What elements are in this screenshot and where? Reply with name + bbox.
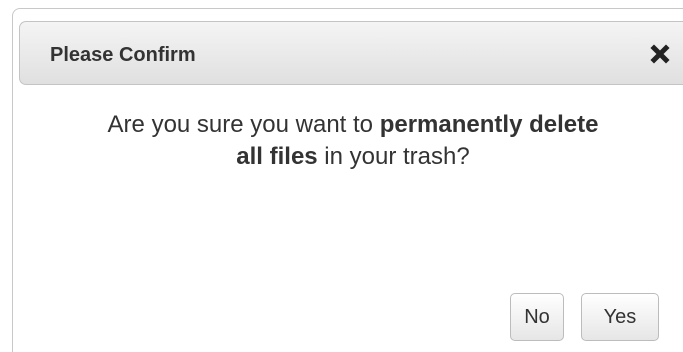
close-icon	[650, 44, 670, 64]
message-text-2: in your trash?	[317, 143, 470, 170]
close-button[interactable]	[640, 32, 683, 76]
yes-button[interactable]: Yes	[581, 293, 659, 341]
message-text-1: Are you sure you want to	[107, 111, 380, 138]
message-bold-2: all files	[236, 143, 318, 170]
no-button[interactable]: No	[510, 293, 564, 341]
dialog-title: Please Confirm	[50, 44, 196, 66]
confirm-dialog: Please Confirm Are you sure you want to …	[12, 8, 683, 352]
message-bold-1: permanently delete	[379, 111, 599, 138]
dialog-message: Are you sure you want to permanently del…	[23, 109, 683, 173]
dialog-titlebar: Please Confirm	[19, 21, 683, 85]
